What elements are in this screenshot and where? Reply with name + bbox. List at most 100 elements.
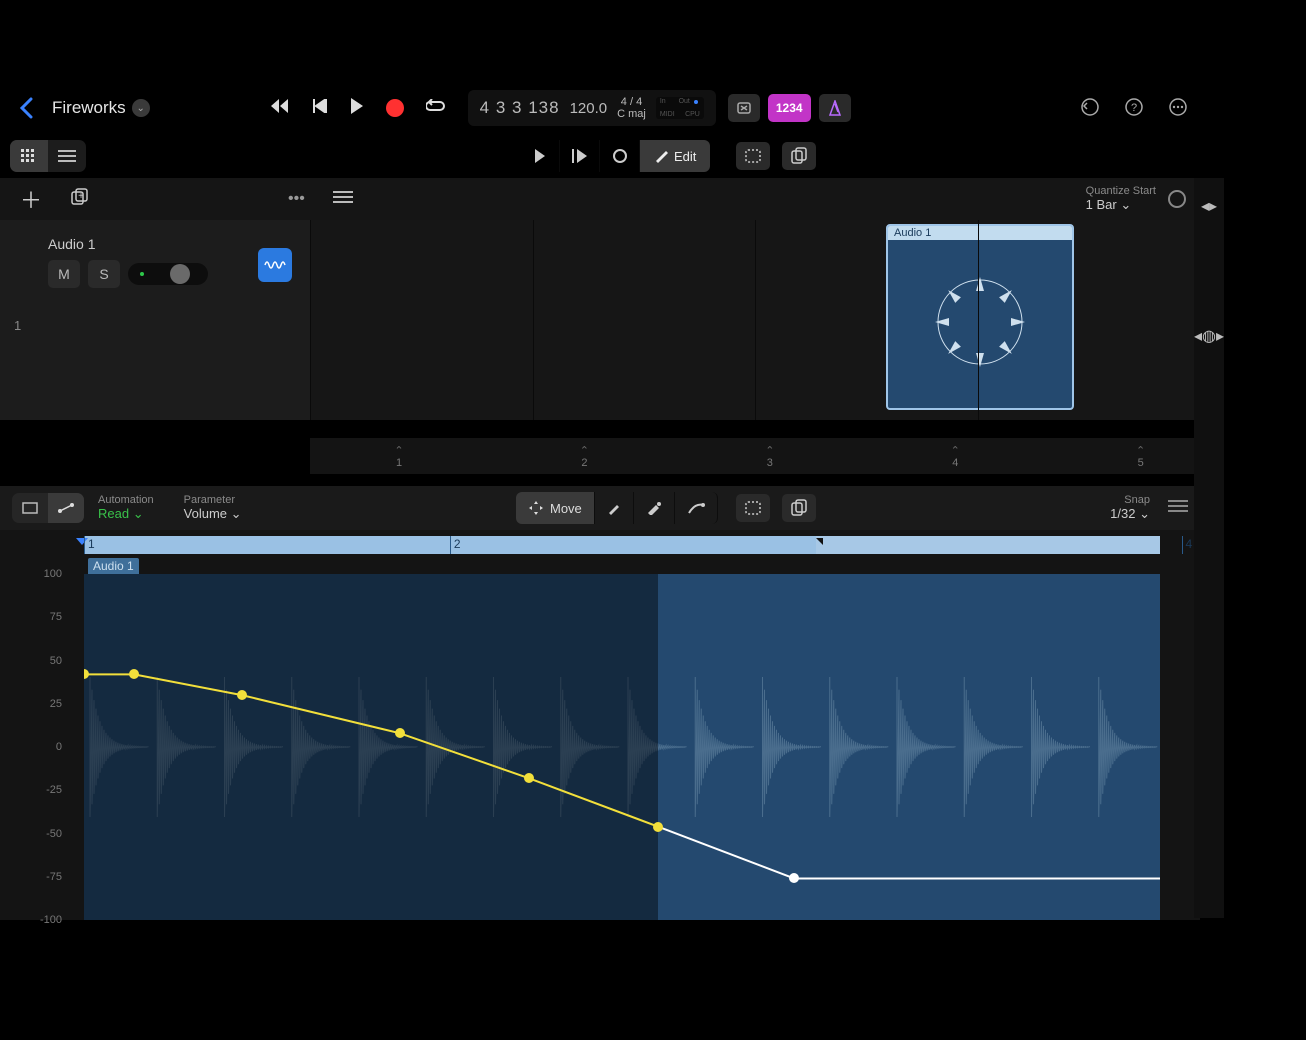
auto-list-icon[interactable] <box>1168 499 1188 517</box>
view-list-button[interactable] <box>48 140 86 172</box>
lcd-position: 4 3 3 138 <box>480 98 560 118</box>
scale-tick: 75 <box>50 611 62 623</box>
track-options-icon[interactable]: ••• <box>288 190 305 208</box>
scale-tick: 25 <box>50 698 62 710</box>
cycle-end-marker-icon[interactable] <box>816 538 823 545</box>
loop-toggle[interactable] <box>1168 190 1186 208</box>
edit-mode-button[interactable]: Edit <box>640 140 710 172</box>
rewind-button[interactable] <box>270 99 290 118</box>
metronome-button[interactable] <box>819 94 851 122</box>
snap-label: Snap <box>1110 494 1150 506</box>
side-nav-icon[interactable]: ◂◍▸ <box>1194 326 1224 346</box>
meter-in-label: In <box>660 98 666 105</box>
scene-cell[interactable]: ⌃4 <box>866 438 1044 474</box>
automation-ruler[interactable]: 124 <box>84 536 1160 554</box>
duplicate-track-button[interactable]: + <box>70 188 88 211</box>
back-button[interactable] <box>12 94 40 122</box>
ruler-mark: 4 <box>1186 537 1193 551</box>
cycle-button[interactable] <box>426 99 446 118</box>
preview-record-button[interactable] <box>600 140 640 172</box>
automation-editor[interactable]: 124 Audio 1 1007550250-25-50-75-100 <box>0 530 1200 920</box>
project-menu-chevron-icon[interactable]: ⌄ <box>132 99 150 117</box>
record-button[interactable] <box>386 99 404 117</box>
scale-tick: 50 <box>50 655 62 667</box>
scale-tick: -25 <box>46 784 62 796</box>
edit-label: Edit <box>674 149 696 164</box>
volume-slider[interactable] <box>128 263 208 285</box>
automation-point[interactable] <box>653 822 663 832</box>
automation-parameter-value: Volume <box>184 506 227 521</box>
meter-out-label: Out <box>679 98 690 105</box>
automation-parameter-label: Parameter <box>184 494 242 506</box>
snap-control[interactable]: Snap 1/32 ⌄ <box>1110 494 1150 522</box>
automation-mode-label: Automation <box>98 494 154 506</box>
track-name[interactable]: Audio 1 <box>48 236 95 252</box>
move-label: Move <box>550 501 582 516</box>
auto-move-tool[interactable]: Move <box>516 492 595 524</box>
auto-pencil-tool[interactable] <box>595 492 634 524</box>
automation-curve[interactable] <box>84 574 1160 920</box>
selection-tool-button[interactable] <box>736 142 770 170</box>
count-in-button[interactable]: 1234 <box>768 94 811 122</box>
volume-knob[interactable] <box>170 264 190 284</box>
scene-row[interactable]: ⌃1⌃2⌃3⌃4⌃5 <box>310 438 1200 474</box>
auto-copy-tool[interactable] <box>782 494 816 522</box>
auto-brush-tool[interactable] <box>634 492 675 524</box>
automation-parameter-control[interactable]: Parameter Volume ⌄ <box>184 494 242 522</box>
quantize-label: Quantize Start <box>1086 185 1156 197</box>
audio-region[interactable]: Audio 1 <box>886 224 1074 410</box>
automation-point[interactable] <box>524 773 534 783</box>
scene-cell[interactable]: ⌃3 <box>681 438 859 474</box>
ruler-mark: 2 <box>454 537 461 551</box>
automation-mode-control[interactable]: Automation Read ⌄ <box>98 494 154 522</box>
quantize-value: 1 Bar <box>1086 197 1117 212</box>
scene-cell[interactable]: ⌃1 <box>310 438 488 474</box>
undo-history-icon[interactable] <box>1080 97 1102 119</box>
mute-button[interactable]: M <box>48 260 80 288</box>
lcd-signature: 4 / 4 C maj <box>617 96 646 120</box>
play-button[interactable] <box>350 98 364 119</box>
meter-cpu-label: CPU <box>685 111 700 118</box>
lcd-key: C maj <box>617 108 646 120</box>
preview-play-button[interactable] <box>520 140 560 172</box>
loading-spinner-icon <box>898 246 1062 398</box>
track-header[interactable]: Audio 1 M S 1 <box>0 220 310 420</box>
auto-select-tool[interactable] <box>736 494 770 522</box>
scale-tick: 0 <box>56 741 62 753</box>
signal-led-icon <box>140 272 144 276</box>
lcd-meters: In Out MIDI CPU <box>656 97 704 119</box>
preview-play-from-button[interactable] <box>560 140 600 172</box>
solo-button[interactable]: S <box>88 260 120 288</box>
pencil-icon <box>654 149 668 163</box>
track-number: 1 <box>14 318 21 333</box>
automation-lane[interactable] <box>84 574 1160 920</box>
project-title[interactable]: Fireworks <box>52 98 126 118</box>
playhead-marker-icon[interactable] <box>76 538 88 545</box>
scale-tick: -50 <box>46 828 62 840</box>
svg-text:+: + <box>78 191 84 202</box>
scale-tick: -75 <box>46 871 62 883</box>
region-inspector-button[interactable]: R <box>333 190 353 209</box>
automation-scale: 1007550250-25-50-75-100 <box>0 574 70 920</box>
auto-curve-tool[interactable] <box>675 492 718 524</box>
go-to-start-button[interactable] <box>312 99 328 118</box>
side-expand-icon[interactable]: ◂▸ <box>1201 196 1217 216</box>
automation-region-title: Audio 1 <box>88 558 139 574</box>
arrange-timeline[interactable]: Audio 1 <box>310 220 1200 420</box>
lcd-display[interactable]: 4 3 3 138 120.0 4 / 4 C maj In Out MIDI … <box>468 90 716 126</box>
tuner-button[interactable] <box>728 94 760 122</box>
automation-point[interactable] <box>237 690 247 700</box>
view-grid-button[interactable] <box>10 140 48 172</box>
track-type-icon[interactable] <box>258 248 292 282</box>
add-track-button[interactable]: ＋ <box>20 183 42 215</box>
help-icon[interactable]: ? <box>1124 97 1146 119</box>
scene-cell[interactable]: ⌃2 <box>495 438 673 474</box>
more-menu-icon[interactable] <box>1168 97 1190 119</box>
scale-tick: -100 <box>40 914 62 926</box>
copy-tool-button[interactable] <box>782 142 816 170</box>
quantize-control[interactable]: Quantize Start 1 Bar ⌄ <box>1086 185 1156 213</box>
automation-point[interactable] <box>395 728 405 738</box>
auto-view-region-button[interactable] <box>12 493 48 523</box>
meter-midi-label: MIDI <box>660 111 675 118</box>
auto-view-curve-button[interactable] <box>48 493 84 523</box>
